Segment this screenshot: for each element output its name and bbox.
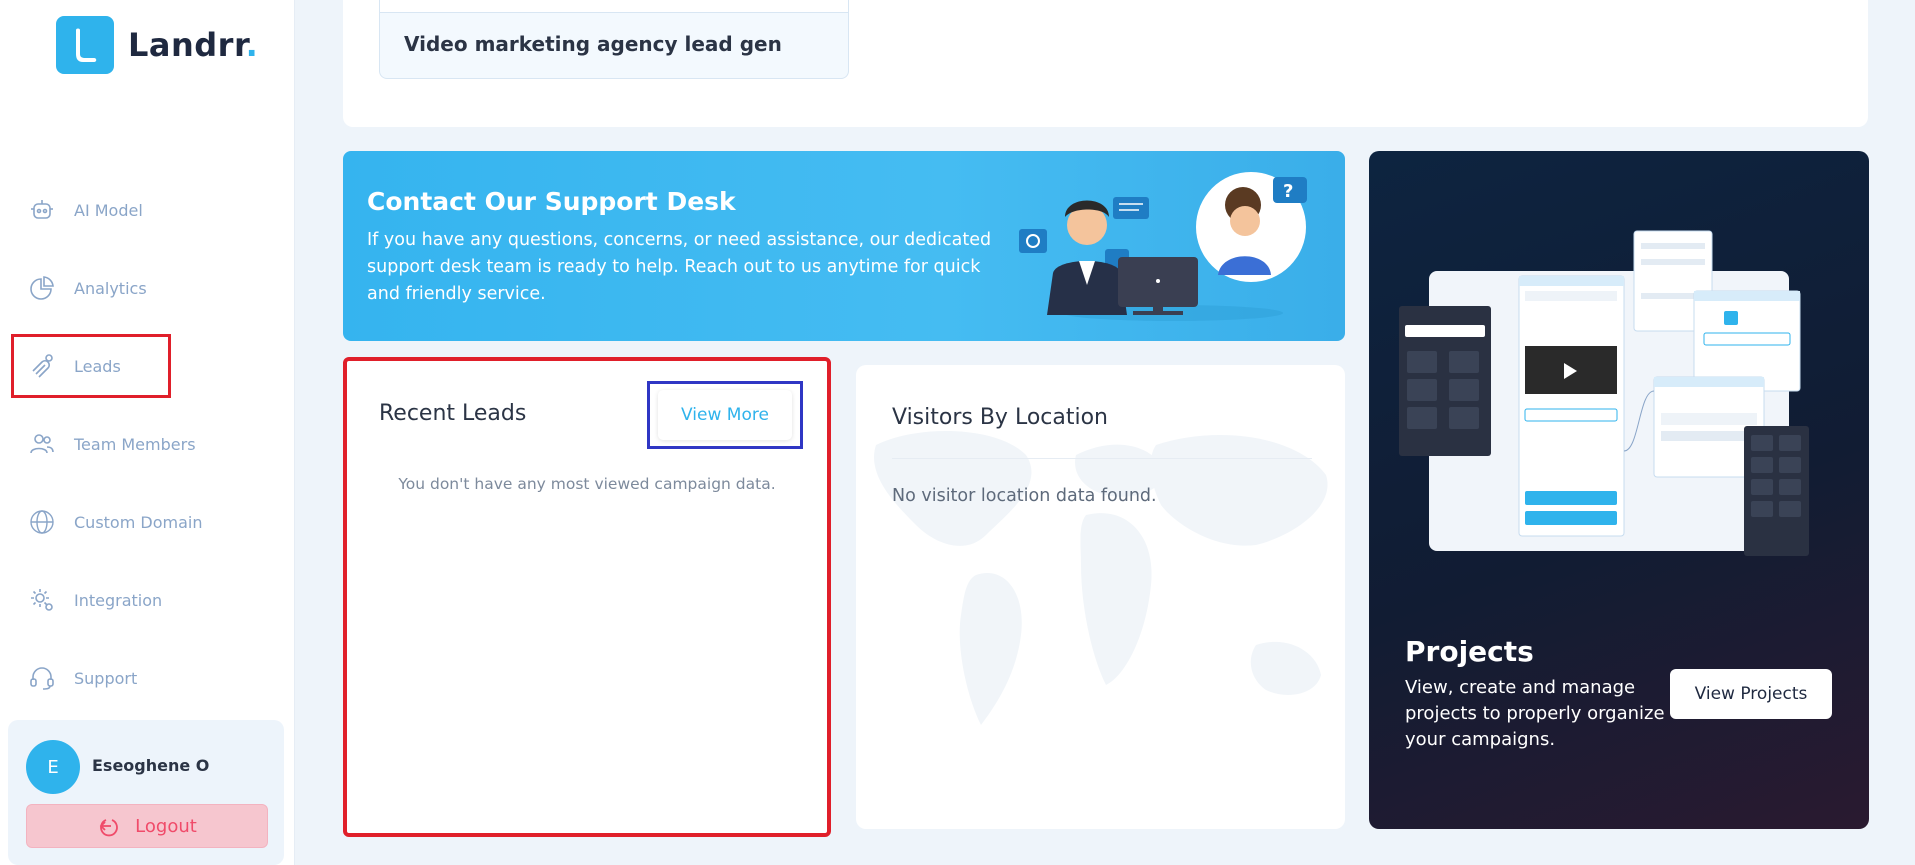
brand-logo[interactable]: Landrr. [56,16,258,74]
visitors-by-location-card: Visitors By Location No visitor location… [856,365,1345,829]
projects-text: View, create and manage projects to prop… [1405,677,1665,750]
pie-chart-icon [30,276,54,300]
logout-label: Logout [135,815,197,837]
avatar[interactable]: E [26,740,80,794]
magnet-icon [32,354,53,378]
sidebar-item-label: Leads [74,356,121,376]
sidebar-item-label: Team Members [74,434,196,454]
brand-name: Landrr. [128,26,259,64]
support-agent-illustration: ? [1019,172,1307,321]
sidebar-item-label: Integration [74,590,163,610]
view-more-highlight: View More [647,381,803,449]
world-map-background-icon [874,431,1328,725]
user-name: Eseoghene O [92,756,210,775]
sidebar-item-leads[interactable]: Leads [11,334,171,398]
view-projects-button[interactable]: View Projects [1670,669,1832,719]
recent-leads-empty-text: You don't have any most viewed campaign … [398,475,776,493]
sidebar-item-label: Support [74,668,138,688]
sidebar-item-team-members[interactable]: Team Members [28,424,288,464]
sidebar-item-label: AI Model [74,200,143,220]
logout-button[interactable]: Logout [26,804,268,848]
sidebar-item-custom-domain[interactable]: Custom Domain [28,502,288,542]
sidebar-item-integration[interactable]: Integration [28,580,288,620]
recent-leads-title: Recent Leads [379,401,527,426]
visitors-title: Visitors By Location [892,405,1108,430]
support-banner[interactable]: Contact Our Support Desk If you have any… [343,151,1345,341]
projects-card: Projects View, create and manage project… [1369,151,1869,829]
globe-www-icon [30,510,54,534]
flow-builder-preview-illustration [1399,230,1809,556]
robot-icon [31,200,53,219]
svg-text:?: ? [1283,181,1293,202]
campaign-thumbnail-edge [380,0,848,13]
sidebar-item-analytics[interactable]: Analytics [28,268,288,308]
logout-icon [99,819,119,837]
sidebar-item-label: Analytics [74,278,147,298]
sidebar: Landrr. AI Model Analytics Leads Team Me… [0,0,295,865]
sidebar-item-label: Custom Domain [74,512,203,532]
view-more-button[interactable]: View More [658,390,792,440]
projects-title: Projects [1405,635,1534,668]
visitors-empty-text: No visitor location data found. [892,486,1157,506]
users-icon [30,434,54,454]
gear-integration-icon [31,589,53,611]
support-text: If you have any questions, concerns, or … [367,230,992,304]
divider [892,458,1312,459]
headset-icon [30,667,54,690]
support-title: Contact Our Support Desk [367,187,736,216]
user-card: E Eseoghene O Logout [8,720,284,865]
campaign-title: Video marketing agency lead gen [404,32,782,56]
landrr-logo-icon [56,16,114,74]
sidebar-item-support[interactable]: Support [28,658,288,698]
recent-leads-card: Recent Leads View More You don't have an… [343,357,831,837]
sidebar-item-ai-model[interactable]: AI Model [28,190,288,230]
campaigns-card: Video marketing agency lead gen [343,0,1868,127]
campaign-item[interactable]: Video marketing agency lead gen [379,0,849,79]
